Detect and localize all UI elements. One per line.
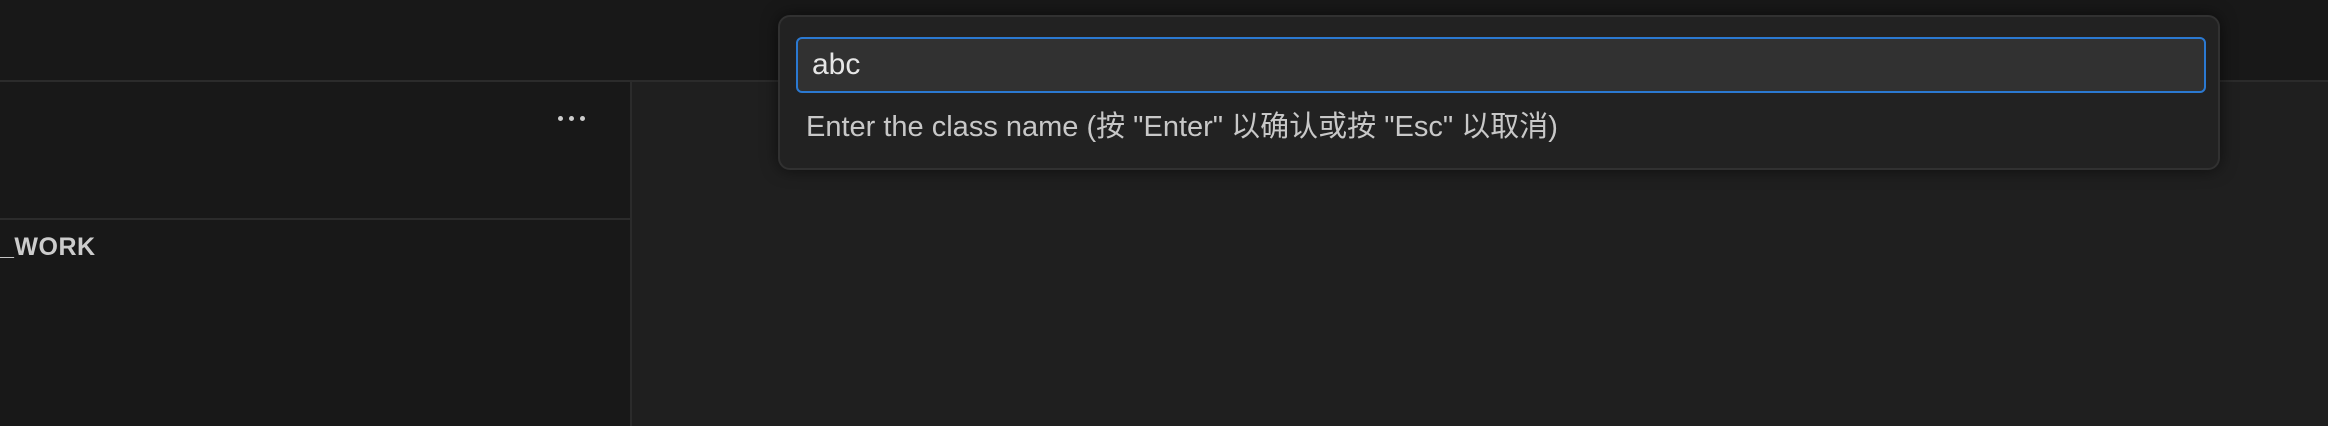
workspace-section-title[interactable]: _WORK — [0, 232, 96, 262]
sidebar-header — [0, 82, 630, 220]
ellipsis-icon[interactable] — [554, 108, 594, 128]
class-name-input[interactable] — [812, 39, 2204, 91]
sidebar: _WORK — [0, 82, 632, 426]
more-actions-dots — [558, 115, 585, 121]
dot — [580, 115, 585, 121]
quick-input-message: Enter the class name (按 "Enter" 以确认或按 "E… — [806, 111, 1558, 143]
vscode-window: _WORK Enter the class name (按 "Enter" 以确… — [0, 0, 2328, 426]
quick-input-box[interactable] — [796, 37, 2206, 93]
dot — [569, 115, 574, 121]
quick-input-widget: Enter the class name (按 "Enter" 以确认或按 "E… — [778, 15, 2220, 170]
dot — [558, 115, 563, 121]
